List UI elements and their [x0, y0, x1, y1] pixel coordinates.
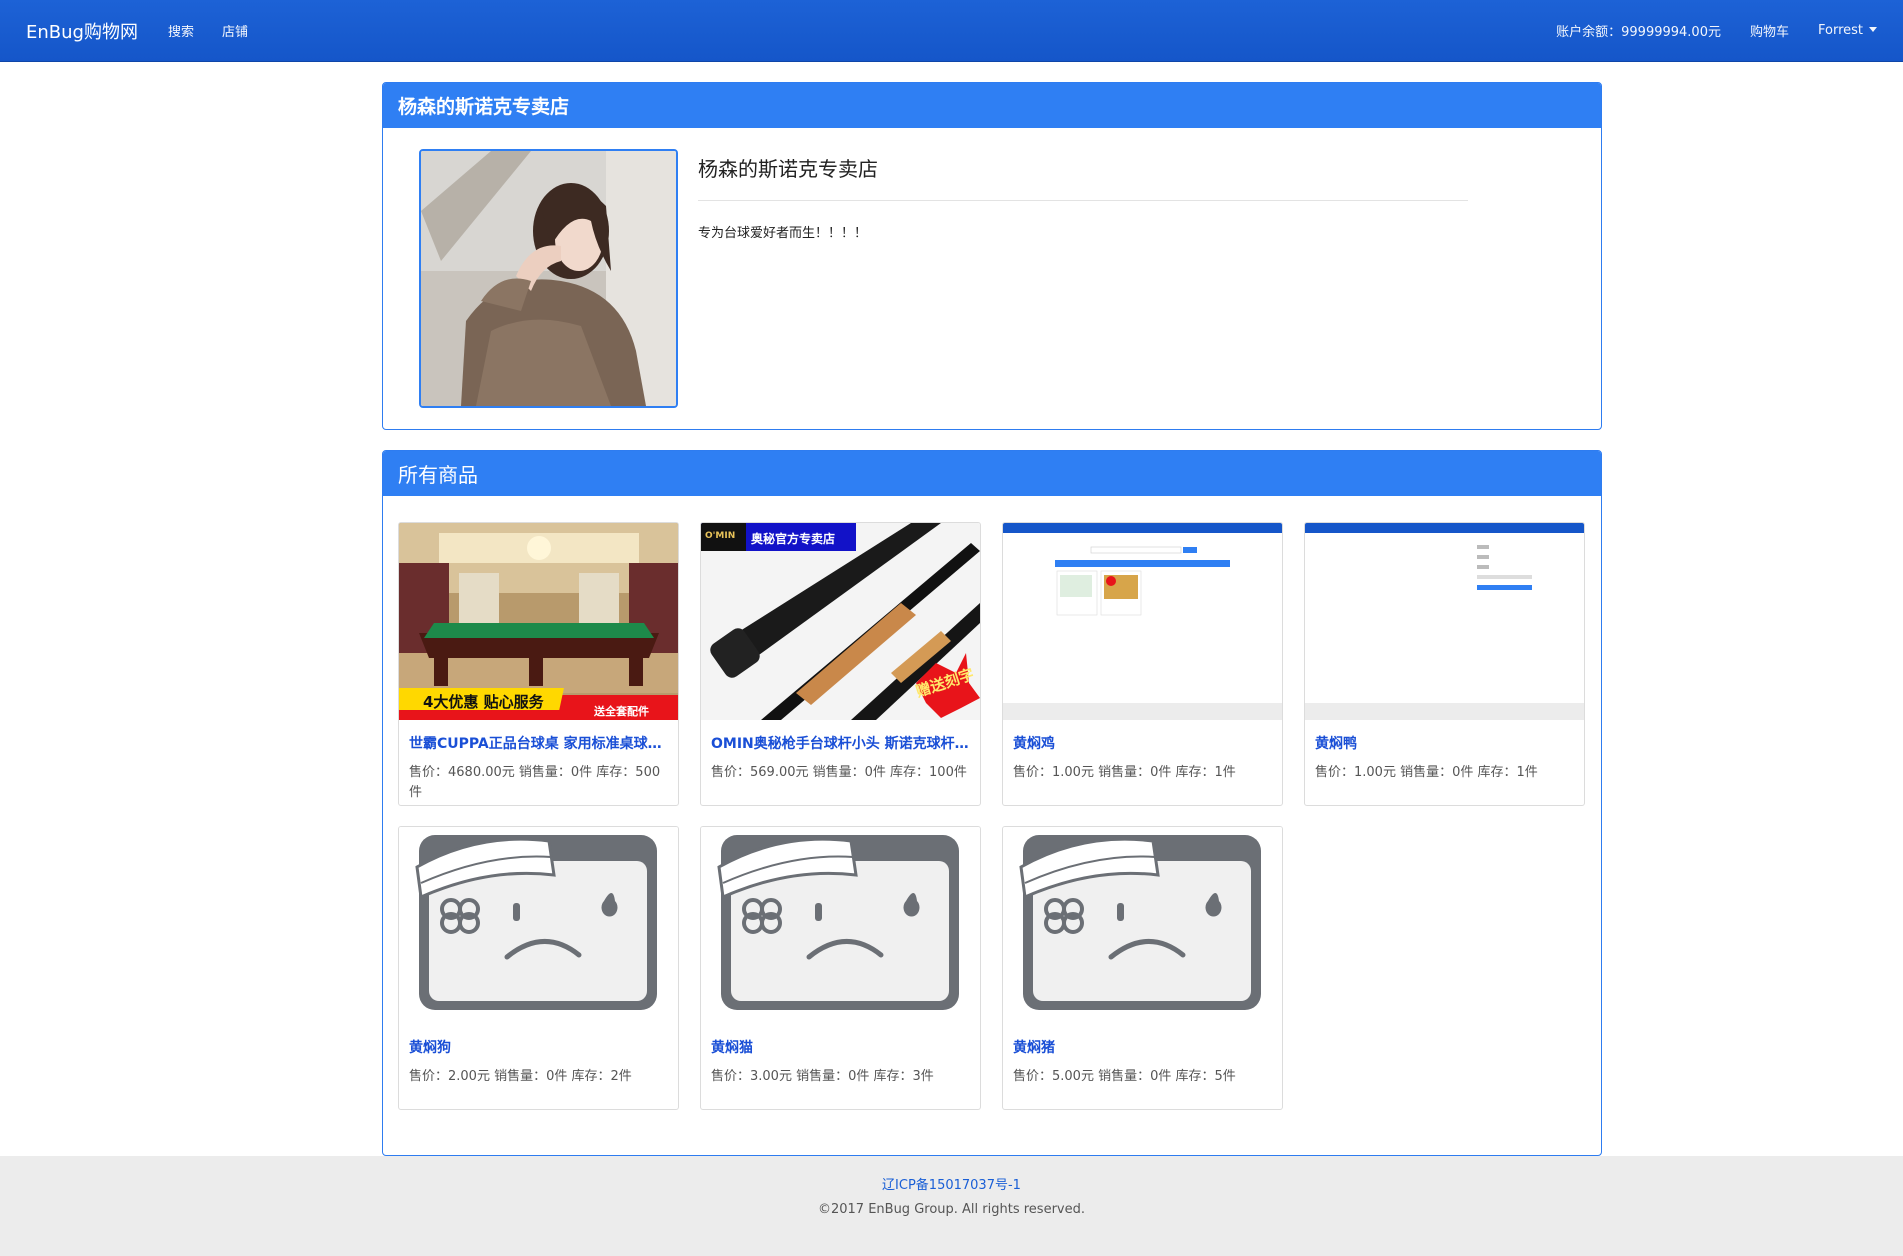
nav-shops-link[interactable]: 店铺: [222, 21, 248, 40]
goods-panel-heading: 所有商品: [383, 451, 1601, 496]
product-title[interactable]: 黄焖鸭: [1315, 733, 1573, 753]
screenshot-thumbnail-icon: [1003, 523, 1282, 720]
goods-panel: 所有商品 4大优惠 贴心服务 送全套配件 世霸CUPPA正品台球桌 家用标准桌球…: [382, 450, 1602, 1156]
divider: [698, 200, 1468, 201]
product-title[interactable]: 世霸CUPPA正品台球桌 家用标准桌球台成人美式黑八台球桌: [409, 733, 667, 753]
product-info: 售价：3.00元 销售量：0件 库存：3件: [711, 1069, 934, 1084]
caret-down-icon: [1869, 27, 1877, 32]
product-card[interactable]: 黄焖鸡 售价：1.00元 销售量：0件 库存：1件: [1002, 522, 1283, 806]
copyright-text: ©2017 EnBug Group. All rights reserved.: [817, 1202, 1085, 1217]
product-title[interactable]: 黄焖猫: [711, 1037, 969, 1057]
product-info: 售价：569.00元 销售量：0件 库存：100件: [711, 765, 967, 780]
promo-banner-subtext: 送全套配件: [594, 705, 649, 718]
product-title[interactable]: OMIN奥秘枪手台球杆小头 斯诺克球杆 黑八: [711, 733, 969, 753]
navbar-right: 账户余额：99999994.00元 购物车 Forrest: [1527, 21, 1877, 40]
top-navbar: EnBug购物网 搜索 店铺 账户余额：99999994.00元 购物车 For…: [0, 0, 1903, 62]
shop-description: 专为台球爱好者而生！！！！: [698, 226, 868, 241]
product-card[interactable]: 黄焖鸭 售价：1.00元 销售量：0件 库存：1件: [1304, 522, 1585, 806]
product-card[interactable]: 黄焖狗 售价：2.00元 销售量：0件 库存：2件: [398, 826, 679, 1110]
shop-name: 杨森的斯诺克专卖店: [698, 157, 878, 181]
product-card[interactable]: 4大优惠 贴心服务 送全套配件 世霸CUPPA正品台球桌 家用标准桌球台成人美式…: [398, 522, 679, 806]
broken-image-placeholder-icon: [399, 827, 678, 1024]
portrait-photo-icon: [421, 151, 676, 406]
broken-image-placeholder-icon: [701, 827, 980, 1024]
product-title[interactable]: 黄焖猪: [1013, 1037, 1271, 1057]
shop-panel-heading: 杨森的斯诺克专卖店: [383, 83, 1601, 128]
account-balance[interactable]: 账户余额：99999994.00元: [1556, 21, 1721, 40]
user-menu-dropdown[interactable]: Forrest: [1818, 23, 1877, 38]
product-card[interactable]: 黄焖猪 售价：5.00元 销售量：0件 库存：5件: [1002, 826, 1283, 1110]
product-title[interactable]: 黄焖狗: [409, 1037, 667, 1057]
screenshot-thumbnail-icon: [1305, 523, 1584, 720]
product-card[interactable]: 黄焖猫 售价：3.00元 销售量：0件 库存：3件: [700, 826, 981, 1110]
cart-link[interactable]: 购物车: [1750, 21, 1789, 40]
shop-avatar: [419, 149, 678, 408]
product-info: 售价：1.00元 销售量：0件 库存：1件: [1013, 765, 1236, 780]
broken-image-placeholder-icon: [1003, 827, 1282, 1024]
shop-info-panel: 杨森的斯诺克专卖店 杨森的斯诺克专卖店 专为台球爱好者而生！！！！: [382, 82, 1602, 430]
brand-logo-text: O'MIN: [705, 531, 736, 541]
product-title[interactable]: 黄焖鸡: [1013, 733, 1271, 753]
store-tag: 奥秘官方专卖店: [751, 532, 836, 546]
product-info: 售价：1.00元 销售量：0件 库存：1件: [1315, 765, 1538, 780]
product-card[interactable]: O'MIN 奥秘官方专卖店 赠送刻字 OMIN奥秘枪手台球杆小头 斯诺克球杆 黑…: [700, 522, 981, 806]
product-info: 售价：2.00元 销售量：0件 库存：2件: [409, 1069, 632, 1084]
icp-license-link[interactable]: 辽ICP备15017037号-1: [0, 1174, 1903, 1193]
product-info: 售价：5.00元 销售量：0件 库存：5件: [1013, 1069, 1236, 1084]
user-name: Forrest: [1817, 23, 1863, 38]
nav-search-link[interactable]: 搜索: [168, 21, 194, 40]
brand-logo[interactable]: EnBug购物网: [26, 18, 138, 44]
product-info: 售价：4680.00元 销售量：0件 库存：500件: [409, 765, 661, 800]
promo-banner-text: 4大优惠 贴心服务: [423, 693, 544, 711]
page-footer: 辽ICP备15017037号-1 ©2017 EnBug Group. All …: [0, 1156, 1903, 1256]
